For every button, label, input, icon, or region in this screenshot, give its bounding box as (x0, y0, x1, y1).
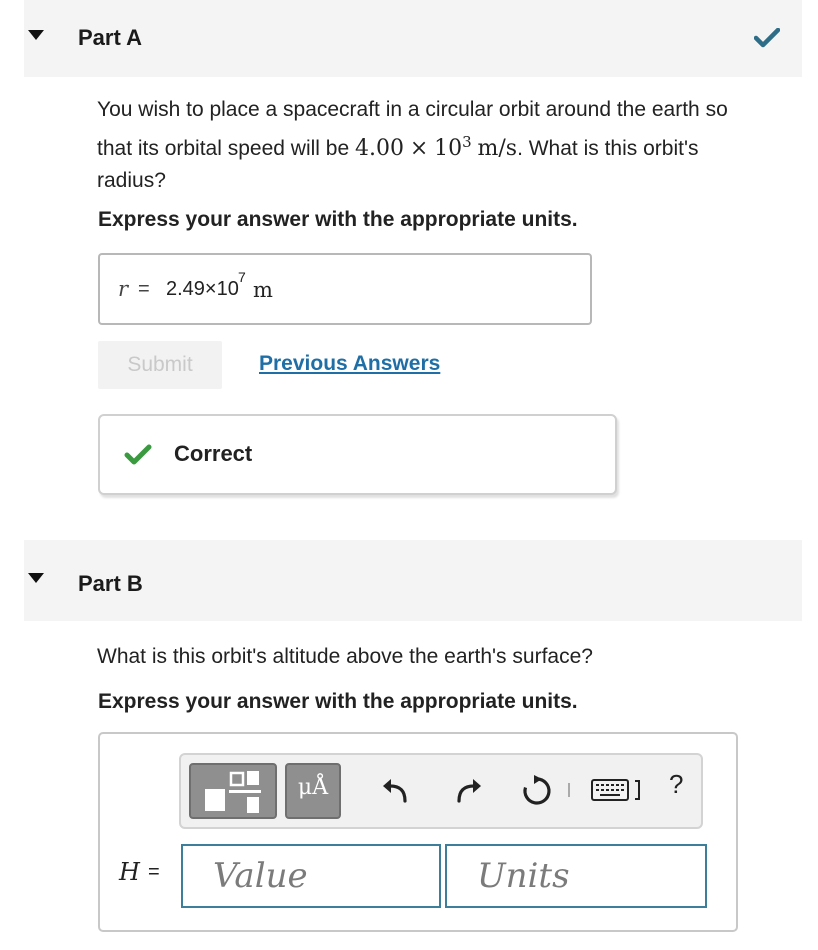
answer-equals: = (148, 861, 160, 883)
times-sign: × (409, 136, 429, 161)
prompt-line: You wish to place a spacecraft in a circ… (97, 98, 728, 121)
feedback-label: Correct (174, 441, 253, 466)
submit-button[interactable]: Submit (98, 341, 222, 389)
answer-variable: H (119, 858, 140, 886)
templates-button[interactable] (189, 763, 277, 819)
keyboard-icon[interactable] (591, 777, 643, 805)
answer-variable: r (118, 277, 129, 301)
correct-check-icon (124, 444, 152, 465)
answer-equals: = (138, 278, 150, 300)
templates-icon (205, 771, 261, 813)
math-toolbar: μÅ ? (179, 753, 703, 829)
prompt-line: radius? (97, 169, 166, 192)
value-input[interactable]: Value (181, 844, 441, 908)
speed-mantissa: 4.00 (354, 136, 404, 161)
speed-units: m/s (477, 136, 518, 161)
units-input[interactable]: Units (445, 844, 707, 908)
redo-icon[interactable] (453, 775, 483, 805)
units-button-label: μÅ (297, 775, 329, 800)
prompt-text: that its orbital speed will be (97, 137, 350, 160)
answer-unit: m (253, 278, 273, 302)
value-placeholder: Value (213, 856, 308, 896)
previous-answers-link[interactable]: Previous Answers (259, 352, 440, 376)
help-icon[interactable]: ? (669, 769, 683, 800)
answer-display: r = 2.49×10 7 m (98, 253, 592, 325)
part-a-title: Part A (78, 25, 142, 50)
part-b-title: Part B (78, 571, 143, 596)
part-b-prompt: What is this orbit's altitude above the … (97, 645, 593, 668)
checkmark-icon (754, 28, 780, 48)
undo-icon[interactable] (381, 775, 411, 805)
answer-entry-panel: μÅ ? H = Value Units (98, 732, 738, 932)
feedback-box: Correct (98, 414, 617, 495)
prompt-text: . What is this orbit's (517, 137, 699, 160)
collapse-caret-icon[interactable] (28, 573, 44, 583)
part-a-prompt: You wish to place a spacecraft in a circ… (97, 94, 807, 197)
toolbar-divider (568, 783, 570, 797)
speed-exponent: 3 (462, 133, 472, 151)
units-button[interactable]: μÅ (285, 763, 341, 819)
reset-icon[interactable] (521, 775, 553, 807)
collapse-caret-icon[interactable] (28, 30, 44, 40)
answer-value: 2.49×10 (166, 278, 239, 300)
part-b-instruction: Express your answer with the appropriate… (98, 690, 578, 713)
speed-base: 10 (434, 136, 463, 161)
prompt-line: that its orbital speed will be 4.00 × 10… (97, 126, 807, 165)
answer-exponent: 7 (238, 269, 246, 285)
part-a-instruction: Express your answer with the appropriate… (98, 208, 578, 231)
units-placeholder: Units (477, 856, 570, 896)
